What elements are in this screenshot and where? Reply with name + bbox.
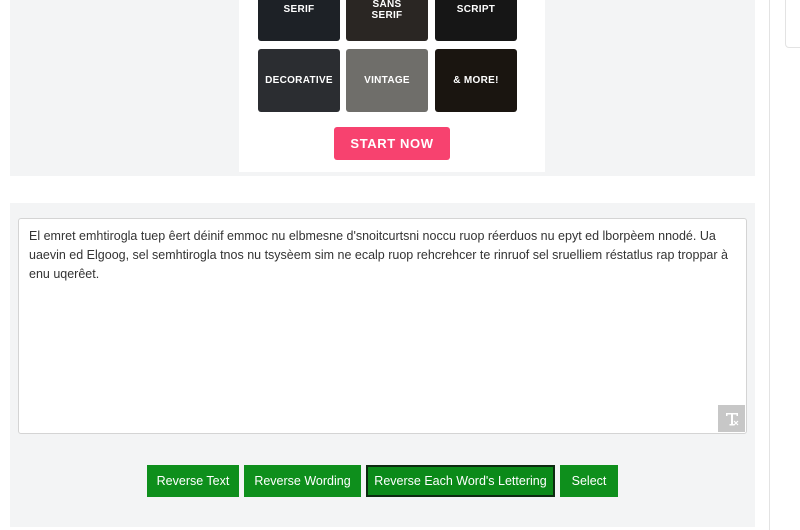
- reverse-text-button[interactable]: Reverse Text: [147, 465, 239, 497]
- ad-tile-script[interactable]: SCRIPT: [435, 0, 517, 41]
- ad-tile-label: VINTAGE: [364, 75, 410, 86]
- ad-tile-sans-serif[interactable]: SANS SERIF: [346, 0, 428, 41]
- text-input[interactable]: El emret emhtirogla tuep êert déinif emm…: [19, 219, 746, 433]
- select-button[interactable]: Select: [560, 465, 618, 497]
- action-buttons: Reverse Text Reverse Wording Reverse Eac…: [10, 465, 755, 497]
- ad-tile-label: DECORATIVE: [265, 75, 333, 86]
- ad-panel: SERIF SANS SERIF SCRIPT DECORATIVE VINTAG…: [10, 0, 755, 176]
- reverse-each-word-button[interactable]: Reverse Each Word's Lettering: [366, 465, 555, 497]
- ad-tile-label: & MORE!: [453, 75, 499, 86]
- ad-tile-label: SANS SERIF: [371, 0, 403, 21]
- ad-tile-label: SCRIPT: [456, 4, 496, 15]
- ad-tile-decorative[interactable]: DECORATIVE: [258, 49, 340, 112]
- font-ad-banner[interactable]: SERIF SANS SERIF SCRIPT DECORATIVE VINTAG…: [239, 0, 545, 172]
- page: SERIF SANS SERIF SCRIPT DECORATIVE VINTAG…: [0, 0, 800, 530]
- reverse-wording-button[interactable]: Reverse Wording: [244, 465, 361, 497]
- text-format-icon[interactable]: [718, 405, 745, 432]
- ad-tile-serif[interactable]: SERIF: [258, 0, 340, 41]
- text-input-box: El emret emhtirogla tuep êert déinif emm…: [18, 218, 747, 434]
- sidebar-widget: [785, 0, 800, 48]
- start-now-button[interactable]: START NOW: [334, 127, 450, 160]
- sidebar-divider: [769, 0, 770, 530]
- reverse-text-tool: El emret emhtirogla tuep êert déinif emm…: [10, 203, 755, 527]
- ad-tile-label: SERIF: [283, 4, 315, 15]
- ad-tile-more[interactable]: & MORE!: [435, 49, 517, 112]
- ad-tile-vintage[interactable]: VINTAGE: [346, 49, 428, 112]
